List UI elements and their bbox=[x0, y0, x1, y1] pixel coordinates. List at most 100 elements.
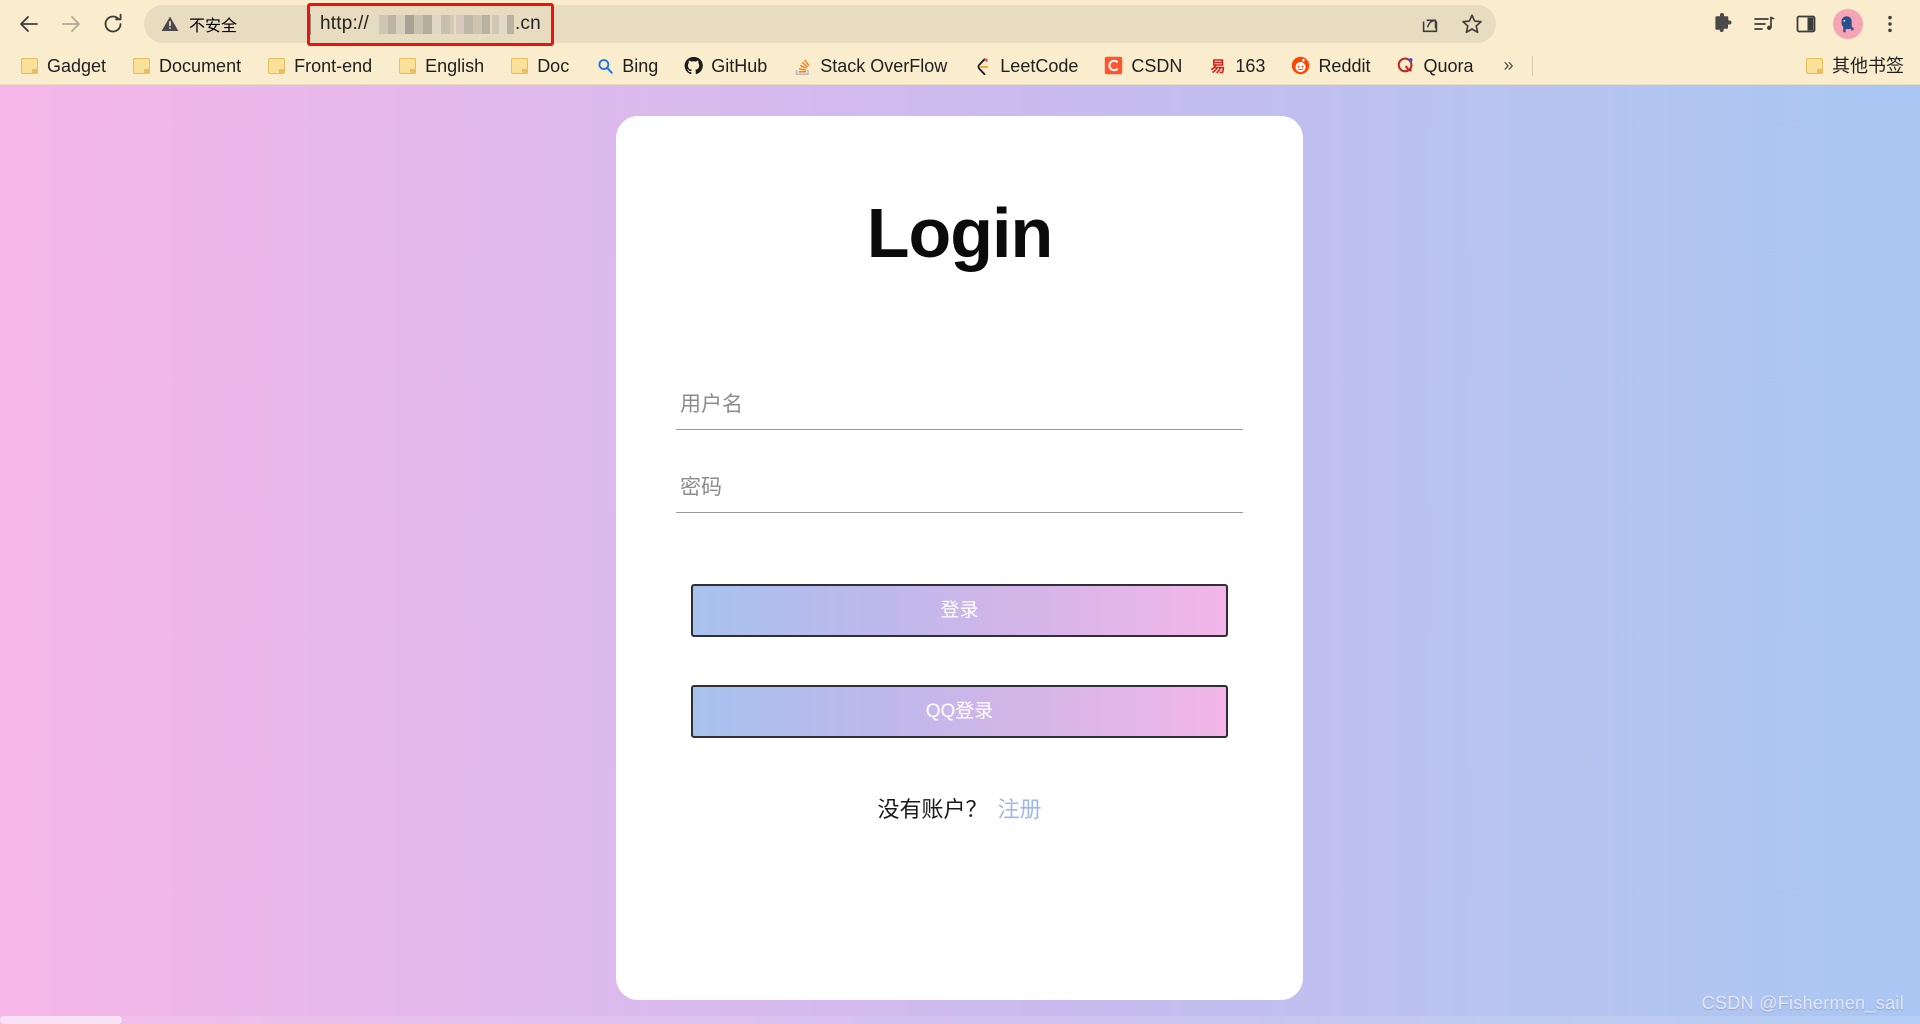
omnibox-actions bbox=[1410, 5, 1492, 43]
folder-icon bbox=[510, 56, 529, 75]
folder-icon bbox=[132, 56, 151, 75]
bookmark-quora[interactable]: Quora bbox=[1388, 52, 1481, 79]
elephant-icon bbox=[1841, 15, 1854, 32]
bookmark-leetcode[interactable]: LeetCode bbox=[965, 52, 1086, 79]
share-icon bbox=[1422, 19, 1438, 32]
other-bookmarks-label: 其他书签 bbox=[1832, 55, 1904, 76]
leetcode-icon bbox=[973, 56, 992, 75]
folder-icon bbox=[267, 56, 286, 75]
arrow-left-icon bbox=[20, 15, 38, 32]
username-field-wrapper bbox=[676, 386, 1243, 430]
password-input[interactable] bbox=[676, 469, 1243, 513]
bookmark-163[interactable]: 易 163 bbox=[1200, 52, 1273, 79]
reddit-icon bbox=[1291, 56, 1310, 75]
browser-chrome: 不安全 http:// .cn Gadget Document Front-end… bbox=[0, 0, 1920, 85]
bookmarks-separator bbox=[1531, 55, 1533, 76]
horizontal-scrollbar[interactable] bbox=[0, 1016, 1920, 1024]
login-button-wrapper: 登录 bbox=[676, 584, 1243, 637]
bookmark-label: GitHub bbox=[711, 55, 768, 76]
bookmark-github[interactable]: GitHub bbox=[676, 52, 775, 79]
star-icon bbox=[1462, 13, 1482, 33]
bookmark-label: English bbox=[425, 55, 485, 76]
url-scheme: http:// bbox=[320, 13, 369, 34]
page-title: Login bbox=[866, 194, 1053, 272]
address-bar[interactable]: 不安全 http:// .cn bbox=[144, 2, 1496, 46]
bookmark-label: Reddit bbox=[1318, 55, 1371, 76]
qq-login-button-wrapper: QQ登录 bbox=[676, 685, 1243, 738]
bookmark-bing[interactable]: Bing bbox=[587, 52, 666, 79]
bookmark-label: 163 bbox=[1235, 55, 1266, 76]
puzzle-icon bbox=[1715, 12, 1732, 32]
watermark: CSDN @Fishermen_sail bbox=[1701, 993, 1904, 1013]
url-redacted-host-3 bbox=[491, 14, 514, 34]
url-tld: .cn bbox=[514, 13, 541, 34]
login-button[interactable]: 登录 bbox=[691, 584, 1228, 637]
bookmark-csdn[interactable]: CSDN bbox=[1096, 52, 1190, 79]
avatar bbox=[1833, 8, 1863, 39]
bookmark-label: Doc bbox=[537, 55, 570, 76]
signup-question-label: 没有账户？ bbox=[877, 797, 988, 822]
bookmark-stack-overflow[interactable]: Stack OverFlow bbox=[785, 52, 955, 79]
bookmark-front-end[interactable]: Front-end bbox=[259, 52, 380, 79]
forward-button[interactable] bbox=[50, 3, 92, 45]
browser-actions bbox=[1702, 4, 1910, 44]
login-card: Login 登录 QQ登录 没有账户？ 注册 bbox=[616, 116, 1303, 1000]
signup-row: 没有账户？ 注册 bbox=[676, 792, 1243, 824]
reload-icon bbox=[104, 13, 122, 32]
bing-icon bbox=[595, 56, 614, 75]
username-input[interactable] bbox=[676, 386, 1243, 430]
stackoverflow-icon bbox=[793, 56, 812, 75]
github-icon bbox=[684, 56, 704, 75]
bookmark-document[interactable]: Document bbox=[124, 52, 249, 79]
security-label: 不安全 bbox=[189, 17, 238, 35]
media-playlist-icon bbox=[1754, 16, 1775, 30]
bookmark-label: Front-end bbox=[294, 55, 373, 76]
folder-icon bbox=[1805, 56, 1824, 75]
url-highlight-box: http:// .cn bbox=[307, 2, 554, 46]
bookmark-label: Stack OverFlow bbox=[820, 55, 948, 76]
password-field-wrapper bbox=[676, 469, 1243, 513]
qq-login-button[interactable]: QQ登录 bbox=[691, 685, 1228, 738]
url-redacted-host-1 bbox=[369, 14, 454, 34]
reload-button[interactable] bbox=[92, 3, 134, 45]
page-viewport: Login 登录 QQ登录 没有账户？ 注册 CSDN @Fishermen_s… bbox=[0, 85, 1920, 1024]
bookmark-label: Quora bbox=[1423, 55, 1474, 76]
scrollbar-thumb[interactable] bbox=[0, 1016, 122, 1024]
three-dot-menu-icon bbox=[1888, 15, 1892, 32]
side-panel-button[interactable] bbox=[1786, 4, 1826, 44]
bookmark-label: Gadget bbox=[47, 55, 107, 76]
browser-toolbar: 不安全 http:// .cn bbox=[0, 0, 1920, 47]
bookmarks-bar: Gadget Document Front-end English Doc Bi… bbox=[0, 47, 1920, 85]
bookmark-doc[interactable]: Doc bbox=[502, 52, 577, 79]
extensions-button[interactable] bbox=[1702, 4, 1742, 44]
quora-icon bbox=[1396, 56, 1415, 75]
media-control-button[interactable] bbox=[1744, 4, 1784, 44]
url-text[interactable]: http:// .cn bbox=[320, 13, 541, 35]
bookmark-label: CSDN bbox=[1131, 55, 1183, 76]
back-button[interactable] bbox=[8, 3, 50, 45]
share-button[interactable] bbox=[1410, 4, 1450, 44]
folder-icon bbox=[20, 56, 39, 75]
csdn-icon bbox=[1104, 56, 1123, 75]
arrow-right-icon bbox=[62, 15, 80, 32]
bookmark-label: LeetCode bbox=[1000, 55, 1079, 76]
register-link[interactable]: 注册 bbox=[998, 792, 1042, 824]
site-security-chip[interactable]: 不安全 bbox=[160, 12, 247, 36]
side-panel-icon bbox=[1796, 15, 1816, 32]
bookmark-english[interactable]: English bbox=[390, 52, 492, 79]
chrome-menu-button[interactable] bbox=[1870, 4, 1910, 44]
bookmarks-overflow-button[interactable]: » bbox=[1496, 51, 1522, 80]
bookmark-label: Bing bbox=[622, 55, 659, 76]
bookmark-label: Document bbox=[159, 55, 242, 76]
profile-button[interactable] bbox=[1828, 4, 1868, 44]
folder-icon bbox=[398, 56, 417, 75]
netease-icon: 易 bbox=[1208, 56, 1227, 75]
other-bookmarks-button[interactable]: 其他书签 bbox=[1797, 52, 1912, 79]
warning-triangle-icon bbox=[161, 16, 179, 31]
url-redacted-host-2 bbox=[455, 14, 490, 34]
bookmark-gadget[interactable]: Gadget bbox=[12, 52, 114, 79]
bookmark-reddit[interactable]: Reddit bbox=[1283, 52, 1378, 79]
svg-text:易: 易 bbox=[1210, 57, 1225, 75]
bookmark-star-button[interactable] bbox=[1452, 4, 1492, 44]
login-form: 登录 QQ登录 没有账户？ 注册 bbox=[676, 386, 1243, 824]
